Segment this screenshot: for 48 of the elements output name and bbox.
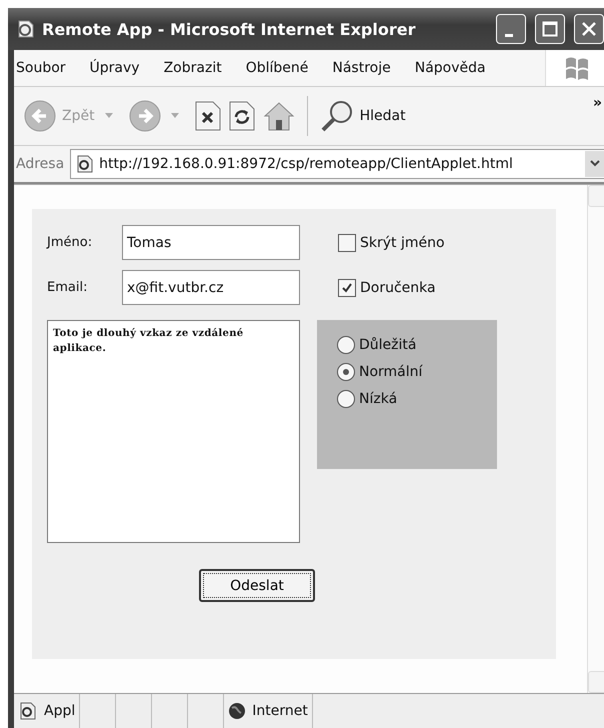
address-field[interactable]: http://192.168.0.91:8972/csp/remoteapp/ClientApplet.html bbox=[70, 149, 604, 179]
forward-button[interactable] bbox=[126, 98, 163, 134]
field-label: Jméno: bbox=[47, 235, 94, 250]
check-icon bbox=[341, 282, 353, 294]
toolbar-overflow[interactable]: » bbox=[592, 95, 602, 111]
checkbox-label: Doručenka bbox=[360, 280, 436, 296]
input-field[interactable]: x@fit.vutbr.cz bbox=[122, 270, 300, 305]
message-field[interactable]: Toto je dlouhý vzkaz ze vzdálené aplikace. bbox=[47, 320, 300, 543]
radio-label: Nízká bbox=[359, 391, 398, 407]
page-icon bbox=[75, 154, 96, 174]
minimize-icon bbox=[505, 34, 513, 36]
search-button[interactable]: Hledat bbox=[318, 97, 408, 135]
house-icon bbox=[262, 100, 295, 132]
radio-button[interactable] bbox=[337, 390, 355, 408]
radio-button[interactable] bbox=[337, 336, 355, 354]
search-icon bbox=[320, 99, 354, 133]
input-field[interactable]: Tomas bbox=[122, 225, 300, 260]
checkbox[interactable] bbox=[338, 234, 356, 252]
status-text: Appl bbox=[44, 703, 76, 719]
address-label: Adresa bbox=[16, 156, 64, 172]
menu-item[interactable]: Nápověda bbox=[402, 60, 498, 76]
field-label: Email: bbox=[47, 280, 88, 295]
menu-item[interactable]: Úpravy bbox=[78, 60, 152, 76]
page-icon bbox=[18, 701, 38, 721]
maximize-button[interactable] bbox=[535, 14, 565, 44]
window-title: Remote App - Microsoft Internet Explorer bbox=[42, 20, 416, 38]
maximize-icon bbox=[542, 21, 558, 37]
minimize-button[interactable] bbox=[496, 14, 526, 44]
radio-label: Normální bbox=[359, 364, 422, 380]
scrollbar[interactable] bbox=[587, 185, 604, 693]
zone-text: Internet bbox=[252, 703, 308, 719]
refresh-icon bbox=[228, 101, 255, 131]
submit-button[interactable]: Odeslat bbox=[199, 569, 315, 602]
browser-page-icon bbox=[16, 19, 36, 39]
stop-icon bbox=[194, 101, 221, 131]
close-icon bbox=[581, 21, 597, 37]
radio-button[interactable] bbox=[337, 363, 355, 381]
radio-label: Důležitá bbox=[359, 337, 416, 353]
menu-item[interactable]: Nástroje bbox=[320, 60, 403, 76]
stop-button[interactable] bbox=[192, 99, 223, 133]
menu-item[interactable]: Zobrazit bbox=[152, 60, 234, 76]
globe-icon bbox=[228, 702, 246, 720]
menu-item[interactable]: Soubor bbox=[14, 60, 78, 76]
refresh-button[interactable] bbox=[226, 99, 257, 133]
close-button[interactable] bbox=[574, 14, 604, 44]
checkbox-label: Skrýt jméno bbox=[360, 234, 445, 250]
menu-item[interactable]: Oblíbené bbox=[234, 60, 320, 76]
checkbox[interactable] bbox=[338, 278, 356, 296]
